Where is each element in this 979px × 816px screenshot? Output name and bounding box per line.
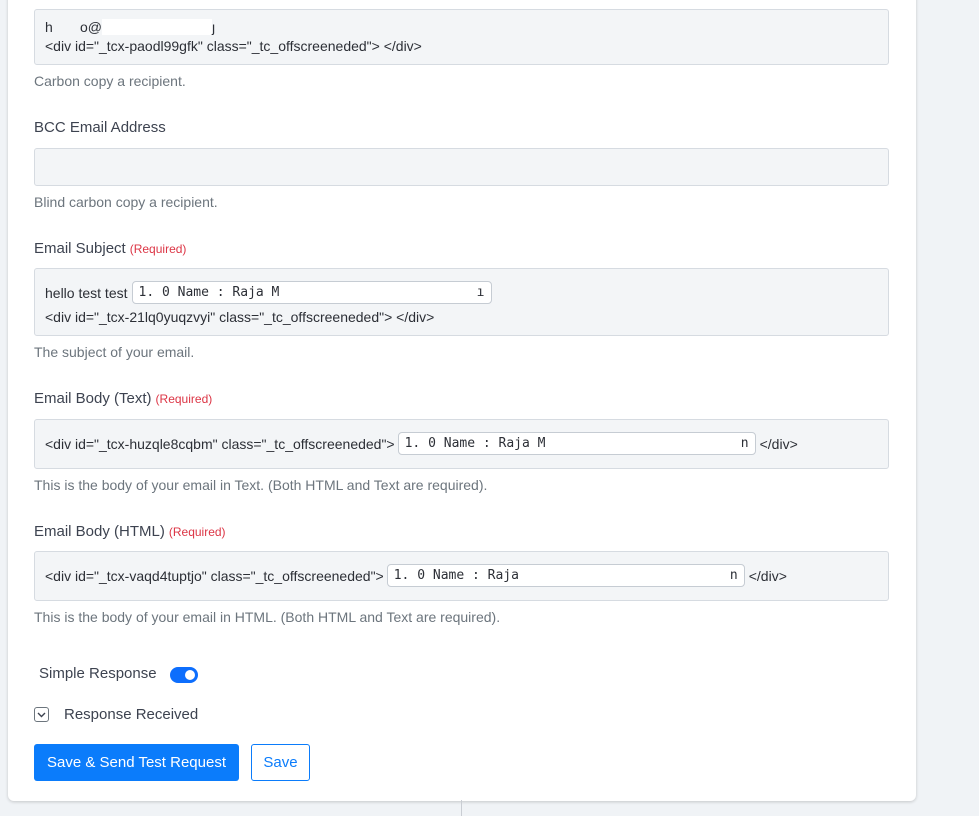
simple-response-label: Simple Response: [39, 665, 157, 682]
subject-label-text: Email Subject: [34, 240, 126, 257]
body-html-label: Email Body (HTML) (Required): [34, 523, 226, 540]
body-text-token-label: 1. 0 Name : Raja M: [404, 436, 546, 451]
body-text-code-close: </div>: [759, 435, 798, 452]
body-html-token-tail: n: [729, 568, 738, 583]
required-marker: (Required): [168, 525, 226, 539]
body-html-token-label: 1. 0 Name : Raja: [393, 568, 519, 583]
required-marker: (Required): [155, 392, 213, 406]
subject-token-tail: ı: [476, 285, 485, 300]
body-text-label: Email Body (Text) (Required): [34, 390, 212, 407]
cc-email-value: h o@: [45, 19, 103, 35]
subject-token-label: 1. 0 Name : Raja M: [138, 285, 280, 300]
save-send-test-button[interactable]: Save & Send Test Request: [34, 744, 240, 781]
body-text-code-open: <div id="_tcx-huzqle8cqbm" class="_tc_of…: [45, 435, 395, 452]
body-html-field[interactable]: <div id="_tcx-vaqd4tuptjo" class="_tc_of…: [34, 551, 889, 601]
bcc-email-field[interactable]: [34, 148, 889, 186]
body-text-token-chip[interactable]: 1. 0 Name : Raja M n: [397, 432, 756, 455]
subject-code-text: <div id="_tcx-21lq0yuqzvyi" class="_tc_o…: [45, 309, 435, 325]
subject-field[interactable]: hello test test 1. 0 Name : Raja M ı <di…: [34, 268, 889, 336]
body-html-code-open: <div id="_tcx-vaqd4tuptjo" class="_tc_of…: [45, 567, 384, 584]
redaction-tail: ȷ: [212, 19, 216, 35]
save-button[interactable]: Save: [251, 744, 310, 781]
body-text-help-text: This is the body of your email in Text. …: [34, 477, 488, 493]
cc-code-text: <div id="_tcx-paodl99gfk" class="_tc_off…: [45, 38, 422, 54]
subject-prefix: hello test test: [45, 284, 128, 301]
body-text-label-text: Email Body (Text): [34, 390, 152, 407]
body-html-label-text: Email Body (HTML): [34, 523, 165, 540]
redaction: [102, 19, 213, 35]
body-text-token-tail: n: [740, 436, 749, 451]
body-html-token-chip[interactable]: 1. 0 Name : Raja n: [386, 564, 745, 587]
cc-email-field[interactable]: h o@ ȷ <div id="_tcx-paodl99gfk" class="…: [34, 9, 889, 65]
body-text-field[interactable]: <div id="_tcx-huzqle8cqbm" class="_tc_of…: [34, 419, 889, 469]
body-html-help-text: This is the body of your email in HTML. …: [34, 609, 501, 625]
subject-help-text: The subject of your email.: [34, 344, 195, 360]
response-received-expander[interactable]: [34, 707, 49, 722]
divider: [461, 800, 462, 816]
bcc-label: BCC Email Address: [34, 119, 166, 136]
response-received-label: Response Received: [64, 706, 199, 723]
chevron-down-icon: [37, 712, 46, 717]
simple-response-toggle[interactable]: [170, 667, 198, 683]
required-marker: (Required): [129, 242, 187, 256]
cc-help-text: Carbon copy a recipient.: [34, 73, 186, 89]
toggle-knob: [185, 670, 195, 680]
bcc-help-text: Blind carbon copy a recipient.: [34, 194, 218, 210]
subject-token-chip[interactable]: 1. 0 Name : Raja M ı: [131, 281, 492, 304]
subject-label: Email Subject (Required): [34, 240, 186, 257]
body-html-code-close: </div>: [748, 567, 787, 584]
